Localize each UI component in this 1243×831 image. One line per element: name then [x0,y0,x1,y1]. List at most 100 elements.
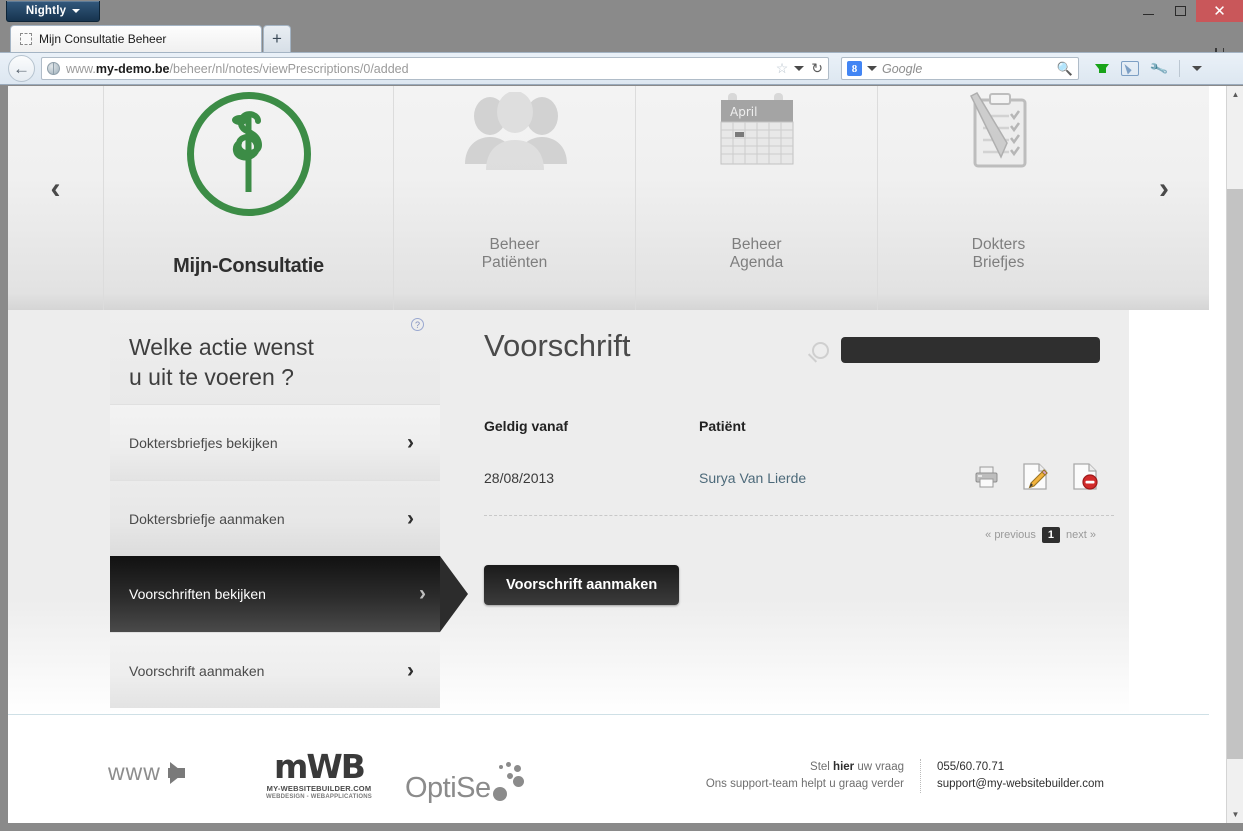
table-row: 28/08/2013 Surya Van Lierde [484,463,1114,516]
search-icon[interactable]: 🔍 [1057,61,1073,77]
overflow-menu-icon[interactable] [1192,66,1203,71]
browser-search-box[interactable]: 8 Google 🔍 [841,57,1079,80]
help-icon[interactable]: ? [411,318,424,331]
sidebar-item-label: Voorschriften bekijken [129,586,266,602]
scroll-up-button[interactable]: ▲ [1227,86,1243,103]
sidebar-item-doktersbriefjes-bekijken[interactable]: Doktersbriefjes bekijken › [110,404,440,480]
search-icon[interactable] [812,341,829,359]
support-line-2: Ons support-team helpt u graag verder [705,778,904,790]
sidebar-item-voorschriften-bekijken[interactable]: Voorschriften bekijken › [110,556,468,632]
header-item-beheer-agenda[interactable]: April Beheer Agenda [635,86,877,310]
pagination: « previous 1 next » [484,527,1114,543]
support-contact: 055/60.70.71 support@my-websitebuilder.c… [921,759,1104,793]
favicon-placeholder-icon [20,33,32,45]
column-header-patient: Patiënt [699,418,746,434]
search-row [812,337,1100,363]
support-line-1: Stel hier uw vraag [810,761,904,773]
column-header-date: Geldig vanaf [484,418,569,434]
support-text: Stel hier uw vraag Ons support-team help… [706,759,921,793]
chevron-down-icon[interactable] [794,66,805,71]
window-controls: ✕ [1132,0,1243,22]
support-phone: 055/60.70.71 [937,761,1005,773]
pagination-next[interactable]: next » [1066,529,1096,541]
tab-title: Mijn Consultatie Beheer [39,32,167,46]
header-prev-arrow[interactable]: ‹ [8,86,103,310]
row-actions [975,463,1114,493]
edit-icon[interactable] [1022,463,1048,493]
reload-icon[interactable]: ↻ [811,60,823,77]
chevron-right-icon: › [407,658,414,682]
chevron-right-icon: › [407,506,414,530]
web-page: ‹ Mijn-Consultatie Beheer Patiënten Apri… [8,86,1209,823]
browser-search-placeholder: Google [882,61,923,76]
content-area: Welke actie wenst u uit te voeren ? ? Do… [8,310,1209,714]
sidebar-item-doktersbriefje-aanmaken[interactable]: Doktersbriefje aanmaken › [110,480,440,556]
site-brand[interactable]: Mijn-Consultatie [103,86,393,310]
back-button[interactable]: ← [8,55,35,82]
header-item-label: Beheer Agenda [729,236,784,271]
delete-icon[interactable] [1072,463,1098,493]
bookmark-star-icon[interactable]: ☆ [776,60,789,77]
sidebar-item-label: Doktersbriefjes bekijken [129,434,278,451]
calendar-icon: April [718,92,796,173]
chevron-down-icon[interactable] [867,66,877,71]
navigation-toolbar: ← www.www.my-demo.bemy-demo.be/beheer/nl… [0,52,1243,85]
mwb-tagline-2: WEBDESIGN - WEBAPPLICATIONS [266,794,372,800]
sidebar-item-voorschrift-aanmaken[interactable]: Voorschrift aanmaken › [110,632,440,708]
optise-wordmark: OptiSe [405,772,491,804]
tab-strip: Mijn Consultatie Beheer + [0,22,1243,67]
support-link[interactable]: hier [833,761,854,773]
pagination-current-page[interactable]: 1 [1041,527,1061,543]
create-prescription-button[interactable]: Voorschrift aanmaken [484,565,680,605]
header-next-arrow[interactable]: › [1119,86,1209,310]
brand-name: Mijn-Consultatie [173,255,324,277]
header-item-beheer-patienten[interactable]: Beheer Patiënten [393,86,635,310]
optise-dots-icon [491,761,533,805]
chevron-right-icon: › [407,430,414,454]
title-bar: Nightly ✕ [0,0,1243,22]
minimize-button[interactable] [1132,0,1164,22]
header-item-label: Beheer Patiënten [481,236,548,271]
pointer-tool-icon[interactable] [1121,61,1139,76]
action-sidebar: Welke actie wenst u uit te voeren ? ? Do… [110,310,468,708]
downloads-icon[interactable] [1095,64,1109,73]
nightly-label: Nightly [25,5,67,17]
new-tab-button[interactable]: + [263,25,291,52]
scrollbar-thumb[interactable] [1227,189,1243,759]
site-header: ‹ Mijn-Consultatie Beheer Patiënten Apri… [8,86,1209,310]
header-item-dokters-briefjes[interactable]: Dokters Briefjes [877,86,1119,310]
print-icon[interactable] [975,466,998,491]
url-text: www.www.my-demo.bemy-demo.be/beheer/nl/n… [66,61,409,76]
www-label: www [108,759,161,785]
sidebar-header: Welke actie wenst u uit te voeren ? ? [110,310,440,404]
scroll-down-button[interactable]: ▼ [1227,806,1243,823]
close-button[interactable]: ✕ [1196,0,1243,22]
address-bar[interactable]: www.www.my-demo.bemy-demo.be/beheer/nl/n… [41,57,829,80]
sidebar-item-label: Voorschrift aanmaken [129,662,265,679]
devtools-icon[interactable]: 🔧 [1149,58,1170,79]
content-right-gutter [1129,310,1209,714]
site-footer: www mWB MY-WEBSITEBUILDER.COM WEBDESIGN … [8,714,1209,823]
cell-patient[interactable]: Surya Van Lierde [699,470,975,486]
tab-mijn-consultatie-beheer[interactable]: Mijn Consultatie Beheer [10,25,262,52]
clipboard-pen-icon [963,92,1035,177]
optise-logo[interactable]: OptiSe [405,761,533,805]
sidebar-item-label: Doktersbriefje aanmaken [129,510,285,527]
toolbar-icons: 🔧 [1095,58,1203,79]
address-bar-controls: ↻ [794,60,823,77]
maximize-button[interactable] [1164,0,1196,22]
google-badge-icon: 8 [847,61,862,76]
www-logo: www [108,759,185,786]
rod-of-asclepius-logo-icon [186,92,311,216]
browser-window: Nightly ✕ Mijn Consultatie Beheer + ← ww… [0,0,1243,831]
toolbar-divider [1179,60,1181,77]
mwb-logo[interactable]: mWB MY-WEBSITEBUILDER.COM WEBDESIGN - WE… [266,747,372,800]
vertical-scrollbar[interactable]: ▲ ▼ [1226,86,1243,823]
mwb-wordmark: mWB [274,747,366,786]
pagination-previous[interactable]: « previous [985,529,1036,541]
chevron-down-icon [72,9,81,13]
svg-text:April: April [730,105,757,119]
search-input[interactable] [841,337,1100,363]
nightly-app-menu-button[interactable]: Nightly [6,1,100,22]
support-email[interactable]: support@my-websitebuilder.com [937,776,1104,793]
